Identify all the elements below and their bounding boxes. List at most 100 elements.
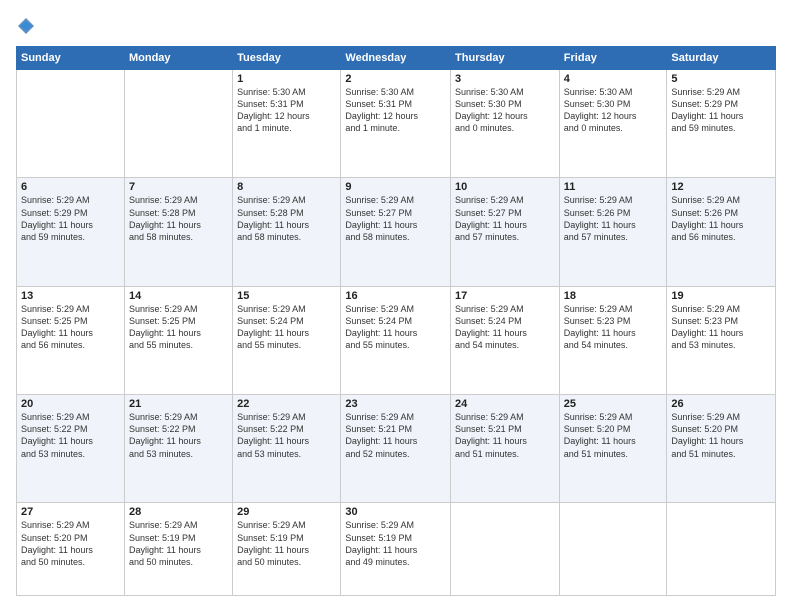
day-number: 22 bbox=[237, 398, 336, 410]
day-number: 27 bbox=[21, 506, 120, 518]
calendar-day-cell: 18Sunrise: 5:29 AM Sunset: 5:23 PM Dayli… bbox=[559, 286, 667, 394]
calendar-day-cell: 10Sunrise: 5:29 AM Sunset: 5:27 PM Dayli… bbox=[451, 178, 560, 286]
day-number: 8 bbox=[237, 181, 336, 193]
calendar-header-cell: Friday bbox=[559, 47, 667, 70]
page: SundayMondayTuesdayWednesdayThursdayFrid… bbox=[0, 0, 792, 612]
calendar-body: 1Sunrise: 5:30 AM Sunset: 5:31 PM Daylig… bbox=[17, 70, 776, 596]
day-number: 21 bbox=[129, 398, 228, 410]
calendar-day-cell: 14Sunrise: 5:29 AM Sunset: 5:25 PM Dayli… bbox=[124, 286, 232, 394]
calendar-header-cell: Sunday bbox=[17, 47, 125, 70]
calendar-day-cell: 29Sunrise: 5:29 AM Sunset: 5:19 PM Dayli… bbox=[233, 503, 341, 596]
day-number: 20 bbox=[21, 398, 120, 410]
day-number: 30 bbox=[345, 506, 446, 518]
day-info: Sunrise: 5:29 AM Sunset: 5:28 PM Dayligh… bbox=[129, 194, 228, 243]
day-number: 15 bbox=[237, 290, 336, 302]
day-number: 16 bbox=[345, 290, 446, 302]
day-info: Sunrise: 5:29 AM Sunset: 5:22 PM Dayligh… bbox=[129, 411, 228, 460]
calendar-day-cell: 3Sunrise: 5:30 AM Sunset: 5:30 PM Daylig… bbox=[451, 70, 560, 178]
calendar-day-cell: 11Sunrise: 5:29 AM Sunset: 5:26 PM Dayli… bbox=[559, 178, 667, 286]
calendar-header-cell: Saturday bbox=[667, 47, 776, 70]
calendar-day-cell: 19Sunrise: 5:29 AM Sunset: 5:23 PM Dayli… bbox=[667, 286, 776, 394]
day-info: Sunrise: 5:29 AM Sunset: 5:20 PM Dayligh… bbox=[564, 411, 663, 460]
day-info: Sunrise: 5:29 AM Sunset: 5:22 PM Dayligh… bbox=[237, 411, 336, 460]
calendar-day-cell: 17Sunrise: 5:29 AM Sunset: 5:24 PM Dayli… bbox=[451, 286, 560, 394]
day-info: Sunrise: 5:30 AM Sunset: 5:30 PM Dayligh… bbox=[564, 86, 663, 135]
day-number: 29 bbox=[237, 506, 336, 518]
calendar-day-cell: 12Sunrise: 5:29 AM Sunset: 5:26 PM Dayli… bbox=[667, 178, 776, 286]
day-info: Sunrise: 5:29 AM Sunset: 5:19 PM Dayligh… bbox=[129, 519, 228, 568]
day-info: Sunrise: 5:29 AM Sunset: 5:24 PM Dayligh… bbox=[237, 303, 336, 352]
calendar-day-cell bbox=[451, 503, 560, 596]
calendar-day-cell: 4Sunrise: 5:30 AM Sunset: 5:30 PM Daylig… bbox=[559, 70, 667, 178]
day-info: Sunrise: 5:29 AM Sunset: 5:21 PM Dayligh… bbox=[455, 411, 555, 460]
day-info: Sunrise: 5:29 AM Sunset: 5:20 PM Dayligh… bbox=[671, 411, 771, 460]
calendar-header-cell: Thursday bbox=[451, 47, 560, 70]
calendar-day-cell: 9Sunrise: 5:29 AM Sunset: 5:27 PM Daylig… bbox=[341, 178, 451, 286]
calendar-day-cell: 8Sunrise: 5:29 AM Sunset: 5:28 PM Daylig… bbox=[233, 178, 341, 286]
calendar-day-cell: 30Sunrise: 5:29 AM Sunset: 5:19 PM Dayli… bbox=[341, 503, 451, 596]
day-info: Sunrise: 5:30 AM Sunset: 5:31 PM Dayligh… bbox=[237, 86, 336, 135]
calendar-day-cell: 1Sunrise: 5:30 AM Sunset: 5:31 PM Daylig… bbox=[233, 70, 341, 178]
logo bbox=[16, 16, 39, 36]
calendar-week-row: 27Sunrise: 5:29 AM Sunset: 5:20 PM Dayli… bbox=[17, 503, 776, 596]
calendar-day-cell: 7Sunrise: 5:29 AM Sunset: 5:28 PM Daylig… bbox=[124, 178, 232, 286]
day-info: Sunrise: 5:29 AM Sunset: 5:29 PM Dayligh… bbox=[671, 86, 771, 135]
day-info: Sunrise: 5:29 AM Sunset: 5:20 PM Dayligh… bbox=[21, 519, 120, 568]
calendar-day-cell: 24Sunrise: 5:29 AM Sunset: 5:21 PM Dayli… bbox=[451, 395, 560, 503]
calendar-day-cell: 22Sunrise: 5:29 AM Sunset: 5:22 PM Dayli… bbox=[233, 395, 341, 503]
day-number: 18 bbox=[564, 290, 663, 302]
day-number: 4 bbox=[564, 73, 663, 85]
calendar-week-row: 20Sunrise: 5:29 AM Sunset: 5:22 PM Dayli… bbox=[17, 395, 776, 503]
day-info: Sunrise: 5:29 AM Sunset: 5:19 PM Dayligh… bbox=[237, 519, 336, 568]
calendar-week-row: 6Sunrise: 5:29 AM Sunset: 5:29 PM Daylig… bbox=[17, 178, 776, 286]
day-number: 6 bbox=[21, 181, 120, 193]
day-info: Sunrise: 5:29 AM Sunset: 5:25 PM Dayligh… bbox=[129, 303, 228, 352]
calendar-day-cell: 6Sunrise: 5:29 AM Sunset: 5:29 PM Daylig… bbox=[17, 178, 125, 286]
calendar-header-cell: Wednesday bbox=[341, 47, 451, 70]
calendar-day-cell: 23Sunrise: 5:29 AM Sunset: 5:21 PM Dayli… bbox=[341, 395, 451, 503]
day-info: Sunrise: 5:29 AM Sunset: 5:22 PM Dayligh… bbox=[21, 411, 120, 460]
calendar-day-cell: 13Sunrise: 5:29 AM Sunset: 5:25 PM Dayli… bbox=[17, 286, 125, 394]
day-info: Sunrise: 5:29 AM Sunset: 5:23 PM Dayligh… bbox=[564, 303, 663, 352]
day-number: 3 bbox=[455, 73, 555, 85]
day-info: Sunrise: 5:29 AM Sunset: 5:27 PM Dayligh… bbox=[345, 194, 446, 243]
day-number: 17 bbox=[455, 290, 555, 302]
day-number: 24 bbox=[455, 398, 555, 410]
calendar-day-cell bbox=[17, 70, 125, 178]
day-number: 2 bbox=[345, 73, 446, 85]
day-number: 11 bbox=[564, 181, 663, 193]
calendar-header-row: SundayMondayTuesdayWednesdayThursdayFrid… bbox=[17, 47, 776, 70]
day-number: 28 bbox=[129, 506, 228, 518]
header bbox=[16, 16, 776, 36]
calendar-week-row: 13Sunrise: 5:29 AM Sunset: 5:25 PM Dayli… bbox=[17, 286, 776, 394]
logo-icon bbox=[16, 16, 36, 36]
day-info: Sunrise: 5:29 AM Sunset: 5:19 PM Dayligh… bbox=[345, 519, 446, 568]
calendar-day-cell: 28Sunrise: 5:29 AM Sunset: 5:19 PM Dayli… bbox=[124, 503, 232, 596]
calendar-day-cell: 2Sunrise: 5:30 AM Sunset: 5:31 PM Daylig… bbox=[341, 70, 451, 178]
day-info: Sunrise: 5:29 AM Sunset: 5:26 PM Dayligh… bbox=[564, 194, 663, 243]
day-number: 12 bbox=[671, 181, 771, 193]
calendar-table: SundayMondayTuesdayWednesdayThursdayFrid… bbox=[16, 46, 776, 596]
day-info: Sunrise: 5:29 AM Sunset: 5:29 PM Dayligh… bbox=[21, 194, 120, 243]
calendar-day-cell: 25Sunrise: 5:29 AM Sunset: 5:20 PM Dayli… bbox=[559, 395, 667, 503]
calendar-day-cell: 20Sunrise: 5:29 AM Sunset: 5:22 PM Dayli… bbox=[17, 395, 125, 503]
day-info: Sunrise: 5:30 AM Sunset: 5:31 PM Dayligh… bbox=[345, 86, 446, 135]
calendar-day-cell: 26Sunrise: 5:29 AM Sunset: 5:20 PM Dayli… bbox=[667, 395, 776, 503]
day-info: Sunrise: 5:29 AM Sunset: 5:27 PM Dayligh… bbox=[455, 194, 555, 243]
calendar-day-cell: 27Sunrise: 5:29 AM Sunset: 5:20 PM Dayli… bbox=[17, 503, 125, 596]
day-info: Sunrise: 5:30 AM Sunset: 5:30 PM Dayligh… bbox=[455, 86, 555, 135]
day-info: Sunrise: 5:29 AM Sunset: 5:23 PM Dayligh… bbox=[671, 303, 771, 352]
calendar-day-cell: 5Sunrise: 5:29 AM Sunset: 5:29 PM Daylig… bbox=[667, 70, 776, 178]
day-info: Sunrise: 5:29 AM Sunset: 5:25 PM Dayligh… bbox=[21, 303, 120, 352]
day-number: 10 bbox=[455, 181, 555, 193]
day-info: Sunrise: 5:29 AM Sunset: 5:21 PM Dayligh… bbox=[345, 411, 446, 460]
calendar-day-cell bbox=[559, 503, 667, 596]
day-number: 7 bbox=[129, 181, 228, 193]
day-number: 5 bbox=[671, 73, 771, 85]
calendar-day-cell: 15Sunrise: 5:29 AM Sunset: 5:24 PM Dayli… bbox=[233, 286, 341, 394]
day-number: 1 bbox=[237, 73, 336, 85]
day-number: 14 bbox=[129, 290, 228, 302]
calendar-day-cell: 16Sunrise: 5:29 AM Sunset: 5:24 PM Dayli… bbox=[341, 286, 451, 394]
day-info: Sunrise: 5:29 AM Sunset: 5:26 PM Dayligh… bbox=[671, 194, 771, 243]
day-info: Sunrise: 5:29 AM Sunset: 5:24 PM Dayligh… bbox=[345, 303, 446, 352]
